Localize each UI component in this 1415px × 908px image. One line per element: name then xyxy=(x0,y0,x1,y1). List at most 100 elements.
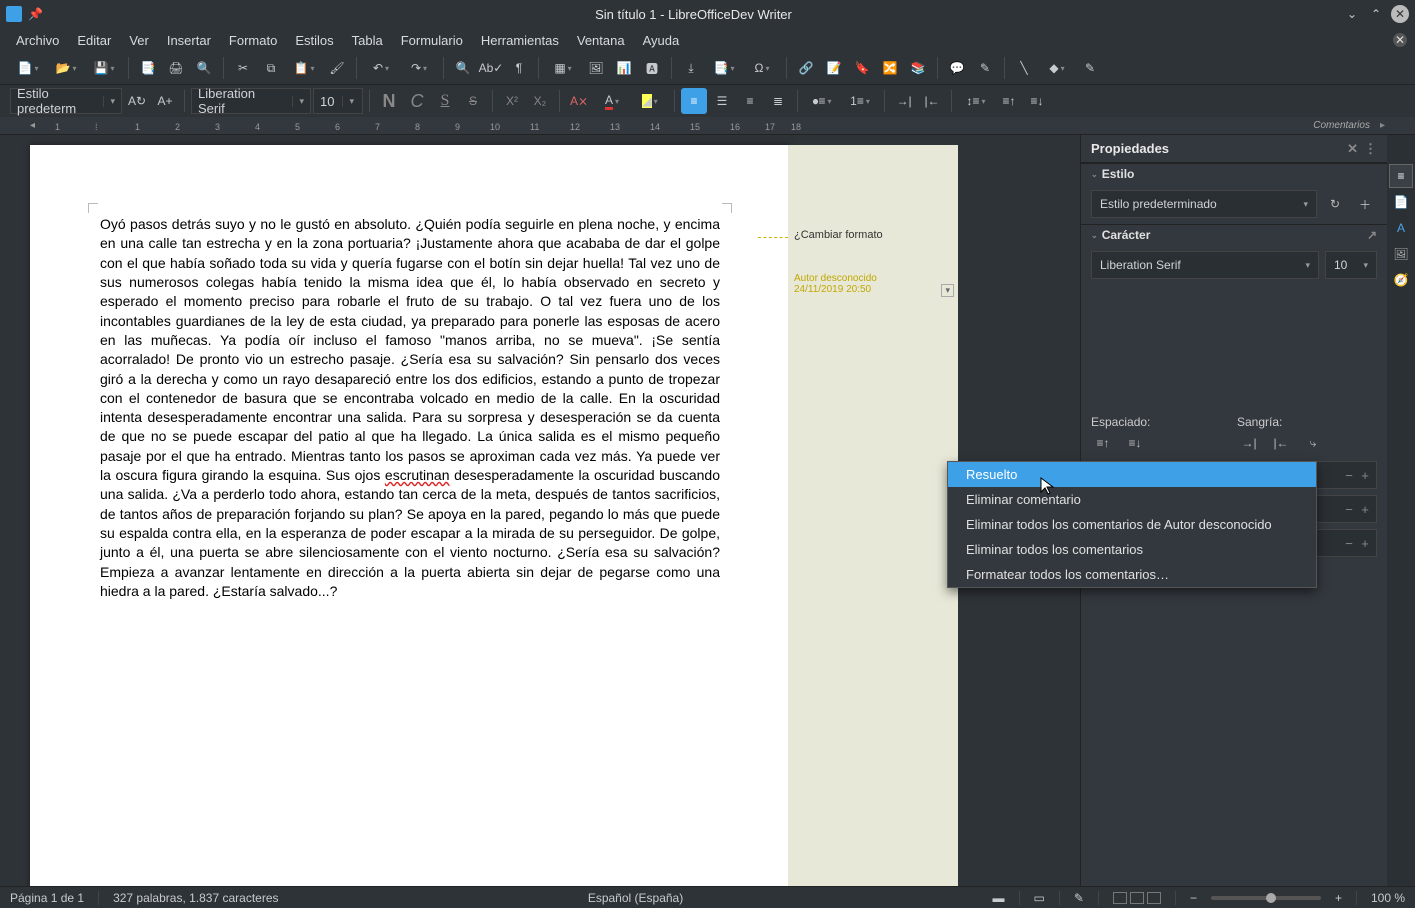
page-1[interactable]: Oyó pasos detrás suyo y no le gustó en a… xyxy=(30,145,790,886)
page-break-button[interactable]: ⤓ xyxy=(678,55,704,81)
sidebar-tab-page[interactable]: 📄 xyxy=(1390,191,1412,213)
section-caracter-header[interactable]: ⌄Carácter↗ xyxy=(1081,224,1387,245)
align-center-button[interactable]: ☰ xyxy=(709,88,735,114)
status-signature[interactable]: ✎ xyxy=(1074,891,1084,905)
zoom-slider[interactable] xyxy=(1211,896,1321,900)
clone-format-button[interactable]: 🖌 xyxy=(324,55,350,81)
print-button[interactable]: 🖨 xyxy=(163,55,189,81)
subscript-button[interactable]: X₂ xyxy=(527,88,553,114)
comment-dropdown-icon[interactable]: ▾ xyxy=(941,284,954,297)
status-language[interactable]: Español (España) xyxy=(588,891,683,905)
menu-ayuda[interactable]: Ayuda xyxy=(635,30,688,51)
menu-herramientas[interactable]: Herramientas xyxy=(473,30,567,51)
undo-button[interactable]: ↶▾ xyxy=(363,55,399,81)
redo-button[interactable]: ↷▾ xyxy=(401,55,437,81)
menu-archivo[interactable]: Archivo xyxy=(8,30,67,51)
document-area[interactable]: Oyó pasos detrás suyo y no le gustó en a… xyxy=(0,135,1080,886)
new-doc-button[interactable]: 📄▾ xyxy=(10,55,46,81)
clear-format-button[interactable]: A⨯ xyxy=(566,88,592,114)
insert-chart-button[interactable]: 📊 xyxy=(611,55,637,81)
status-page[interactable]: Página 1 de 1 xyxy=(10,891,84,905)
menu-formulario[interactable]: Formulario xyxy=(393,30,471,51)
cut-button[interactable]: ✂ xyxy=(230,55,256,81)
insert-image-button[interactable]: 🖼 xyxy=(583,55,609,81)
insert-textbox-button[interactable]: 🅰 xyxy=(639,55,665,81)
ruler-collapse-icon[interactable]: ▸ xyxy=(1380,120,1385,131)
new-style-sb-button[interactable]: ＋ xyxy=(1353,192,1377,216)
section-estilo-header[interactable]: ⌄Estilo xyxy=(1081,163,1387,184)
hyperlink-button[interactable]: 🔗 xyxy=(793,55,819,81)
new-style-button[interactable]: A+ xyxy=(152,88,178,114)
maximize-button[interactable]: ⌃ xyxy=(1367,5,1385,23)
ctx-delete-all[interactable]: Eliminar todos los comentarios xyxy=(948,537,1316,562)
line-button[interactable]: ╲ xyxy=(1011,55,1037,81)
font-size-combo[interactable]: 10▾ xyxy=(313,88,363,114)
paragraph-style-combo[interactable]: Estilo predeterm▾ xyxy=(10,88,122,114)
minimize-button[interactable]: ⌄ xyxy=(1343,5,1361,23)
menu-ver[interactable]: Ver xyxy=(121,30,157,51)
ctx-format-all[interactable]: Formatear todos los comentarios… xyxy=(948,562,1316,587)
basic-shapes-button[interactable]: ◆▾ xyxy=(1039,55,1075,81)
zoom-percent[interactable]: 100 % xyxy=(1371,891,1405,905)
index-button[interactable]: 📚 xyxy=(905,55,931,81)
document-text[interactable]: Oyó pasos detrás suyo y no le gustó en a… xyxy=(100,215,720,601)
highlight-button[interactable]: ◢▾ xyxy=(632,88,668,114)
menu-formato[interactable]: Formato xyxy=(221,30,285,51)
firstline-indent-icon[interactable]: ⤷ xyxy=(1301,431,1325,455)
font-name-combo[interactable]: Liberation Serif▾ xyxy=(191,88,311,114)
sidebar-tab-properties[interactable]: ≡ xyxy=(1390,165,1412,187)
underline-button[interactable]: S xyxy=(432,88,458,114)
ctx-delete-author[interactable]: Eliminar todos los comentarios de Autor … xyxy=(948,512,1316,537)
special-char-button[interactable]: Ω▾ xyxy=(744,55,780,81)
zoom-out-icon[interactable]: − xyxy=(1190,891,1197,905)
open-button[interactable]: 📂▾ xyxy=(48,55,84,81)
align-right-button[interactable]: ≡ xyxy=(737,88,763,114)
align-left-button[interactable]: ≡ xyxy=(681,88,707,114)
save-button[interactable]: 💾▾ xyxy=(86,55,122,81)
caracter-more-icon[interactable]: ↗ xyxy=(1367,228,1377,242)
update-style-button[interactable]: A↻ xyxy=(124,88,150,114)
status-wordcount[interactable]: 327 palabras, 1.837 caracteres xyxy=(113,891,278,905)
font-color-button[interactable]: A▾ xyxy=(594,88,630,114)
strikethrough-button[interactable]: S xyxy=(460,88,486,114)
ctx-resolved[interactable]: Resuelto xyxy=(948,462,1316,487)
print-preview-button[interactable]: 🔍 xyxy=(191,55,217,81)
status-selection-mode[interactable]: ▭ xyxy=(1034,891,1045,905)
superscript-button[interactable]: X² xyxy=(499,88,525,114)
decrease-indent-icon[interactable]: |← xyxy=(1269,431,1293,455)
paragraph-style-sb-combo[interactable]: Estilo predeterminado▾ xyxy=(1091,190,1317,218)
sidebar-menu-icon[interactable]: ⋮ xyxy=(1364,141,1377,157)
comment-note[interactable]: ¿Cambiar formato Autor desconocido 24/11… xyxy=(788,225,958,299)
insert-table-button[interactable]: ▦▾ xyxy=(545,55,581,81)
insert-field-button[interactable]: 📑▾ xyxy=(706,55,742,81)
bold-button[interactable]: N xyxy=(376,88,402,114)
update-style-sb-button[interactable]: ↻ xyxy=(1323,192,1347,216)
spellcheck-button[interactable]: Ab✓ xyxy=(478,55,504,81)
bookmark-button[interactable]: 🔖 xyxy=(849,55,875,81)
font-name-sb-combo[interactable]: Liberation Serif▾ xyxy=(1091,251,1319,279)
comment-button[interactable]: 💬 xyxy=(944,55,970,81)
sidebar-tab-gallery[interactable]: 🖼 xyxy=(1390,243,1412,265)
export-pdf-button[interactable]: 📑 xyxy=(135,55,161,81)
draw-functions-button[interactable]: ✎ xyxy=(1077,55,1103,81)
find-replace-button[interactable]: 🔍 xyxy=(450,55,476,81)
close-button[interactable]: ✕ xyxy=(1391,5,1409,23)
align-justify-button[interactable]: ≣ xyxy=(765,88,791,114)
font-size-sb-combo[interactable]: 10▾ xyxy=(1325,251,1377,279)
para-spacing-dec-button[interactable]: ≡↓ xyxy=(1024,88,1050,114)
menu-insertar[interactable]: Insertar xyxy=(159,30,219,51)
para-spacing-inc-button[interactable]: ≡↑ xyxy=(996,88,1022,114)
increase-indent-button[interactable]: →| xyxy=(891,88,917,114)
zoom-in-icon[interactable]: + xyxy=(1335,891,1342,905)
bullet-list-button[interactable]: ⦁≡▾ xyxy=(804,88,840,114)
close-document-icon[interactable]: ✕ xyxy=(1393,33,1407,47)
increase-para-spacing-icon[interactable]: ≡↑ xyxy=(1091,431,1115,455)
decrease-indent-button[interactable]: |← xyxy=(919,88,945,114)
footnote-button[interactable]: 📝 xyxy=(821,55,847,81)
paste-button[interactable]: 📋▾ xyxy=(286,55,322,81)
view-layout-icons[interactable] xyxy=(1113,892,1161,904)
pin-icon[interactable]: 📌 xyxy=(28,7,42,21)
track-changes-button[interactable]: ✎ xyxy=(972,55,998,81)
italic-button[interactable]: C xyxy=(404,88,430,114)
cross-ref-button[interactable]: 🔀 xyxy=(877,55,903,81)
